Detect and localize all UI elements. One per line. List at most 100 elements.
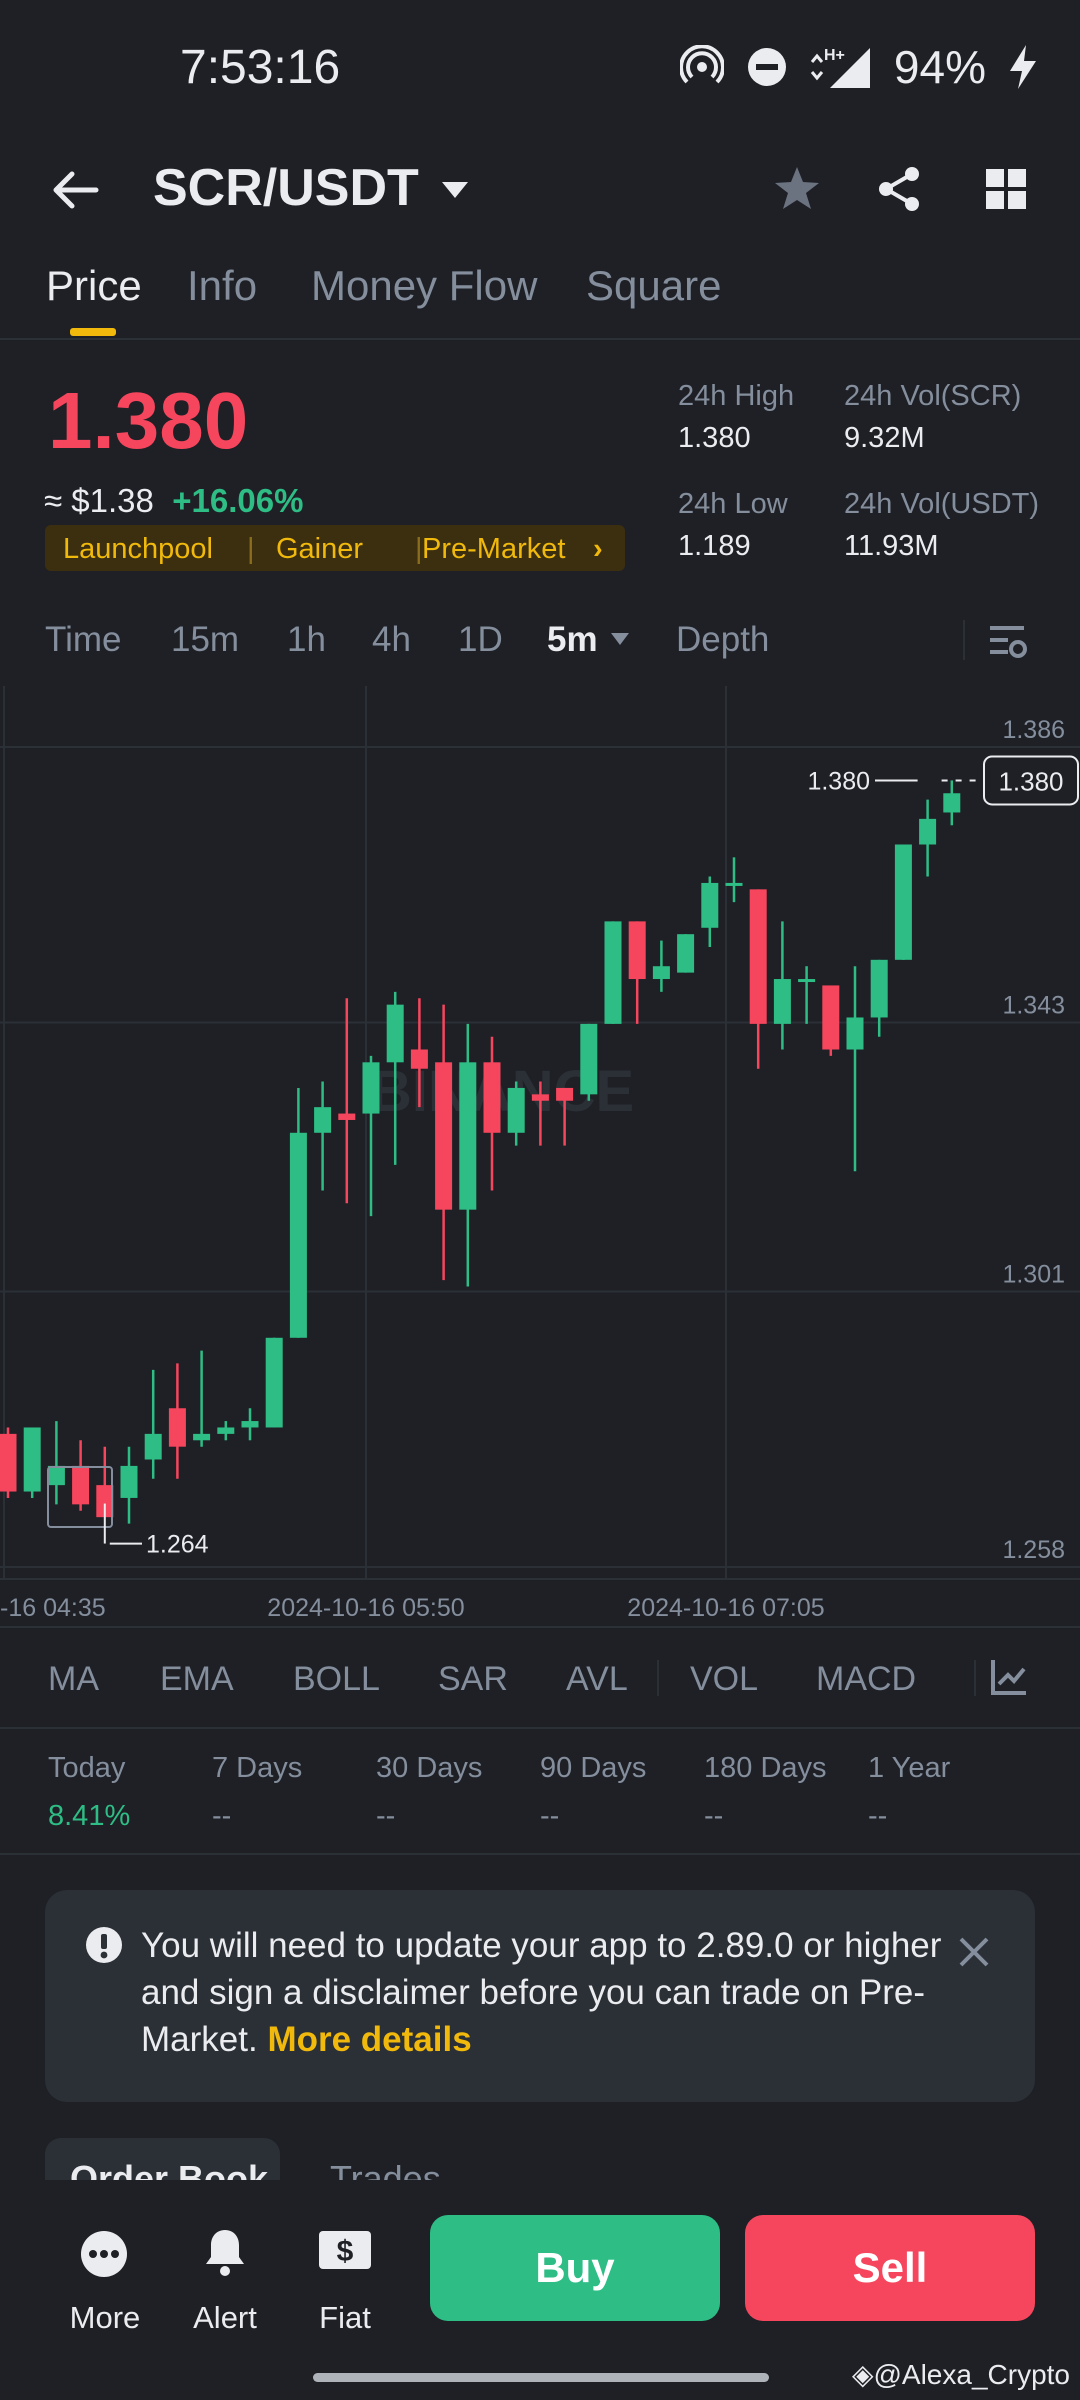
y-tick-label: 1.258 [1002, 1536, 1065, 1564]
candle-body [701, 882, 719, 928]
candle-body [507, 1087, 525, 1133]
tag-bar[interactable]: Launchpool | Gainer | Pre-Market › [45, 525, 625, 571]
candle-body [435, 1062, 453, 1210]
grid-menu-icon[interactable] [985, 168, 1027, 210]
candle-body [943, 793, 961, 813]
credit-watermark: ◈@Alexa_Crypto [852, 2358, 1070, 2391]
timeframe-depth[interactable]: Depth [676, 620, 769, 660]
pair-title[interactable]: SCR/USDT [153, 158, 419, 218]
candle-body [870, 959, 888, 1018]
credit-text: @Alexa_Crypto [873, 2359, 1070, 2390]
performance-label: 90 Days [540, 1752, 647, 1784]
candle-body [47, 1465, 65, 1486]
indicator-macd[interactable]: MACD [816, 1660, 916, 1699]
notice-body: You will need to update your app to 2.89… [141, 1926, 942, 2059]
candle-body [72, 1465, 90, 1505]
share-icon[interactable] [875, 165, 923, 213]
indicator-sar[interactable]: SAR [438, 1660, 508, 1699]
candlestick-chart[interactable]: BINANCE 1.3861.3431.3011.258-16 04:35 202… [0, 686, 1080, 1626]
home-indicator[interactable] [313, 2373, 769, 2382]
tab-price[interactable]: Price [46, 262, 142, 310]
back-arrow-icon[interactable] [50, 170, 100, 210]
candle-body [168, 1408, 186, 1447]
timeframe-time[interactable]: Time [45, 620, 121, 660]
sell-button[interactable]: Sell [745, 2215, 1035, 2321]
svg-text:$: $ [337, 2235, 354, 2268]
candle-body [749, 889, 767, 1024]
candle-body [894, 844, 912, 960]
usd-value: ≈ $1.38 [44, 482, 154, 519]
tag-gainer[interactable]: Gainer [276, 533, 363, 566]
timeframe-4h[interactable]: 4h [372, 620, 411, 660]
candle-body [604, 921, 622, 1024]
candle-body [459, 1062, 477, 1210]
dropdown-caret-icon[interactable] [440, 180, 470, 200]
timeframe-15m[interactable]: 15m [171, 620, 239, 660]
timeframe-5m[interactable]: 5m [547, 620, 598, 660]
tag-pre-market[interactable]: Pre-Market [422, 533, 565, 566]
battery-text: 94% [893, 41, 986, 93]
performance-label: 7 Days [212, 1752, 303, 1784]
tab-square[interactable]: Square [586, 262, 721, 310]
performance-value: -- [540, 1800, 560, 1832]
chevron-right-icon[interactable]: › [593, 533, 603, 566]
charging-icon [1010, 45, 1036, 89]
fiat-dollar-icon[interactable]: $ [318, 2230, 372, 2270]
performance-value: -- [868, 1800, 888, 1832]
candle-body [338, 1113, 356, 1120]
candle-body [483, 1062, 501, 1133]
timeframe-1d[interactable]: 1D [458, 620, 503, 660]
svg-text:H+: H+ [824, 47, 845, 64]
candle-body [265, 1337, 283, 1428]
chart-settings-icon[interactable] [988, 622, 1028, 662]
max-price-label: 1.380 [807, 767, 870, 795]
more-icon[interactable] [80, 2230, 128, 2278]
tab-info[interactable]: Info [187, 262, 257, 310]
timeframe-1h[interactable]: 1h [287, 620, 326, 660]
candle-body [410, 1049, 428, 1069]
vol-quote-label: 24h Vol(USDT) [844, 488, 1040, 520]
x-tick-label: 2024-10-16 07:05 [627, 1594, 824, 1622]
x-tick-label: -16 04:35 [0, 1594, 106, 1622]
high-value: 1.380 [678, 422, 751, 454]
candle-body [919, 818, 937, 845]
tab-money-flow[interactable]: Money Flow [311, 262, 537, 310]
indicator-boll[interactable]: BOLL [293, 1660, 380, 1699]
bell-icon[interactable] [202, 2226, 248, 2278]
timeframe-caret-icon[interactable] [610, 632, 630, 646]
binance-diamond-icon: ◈ [851, 2359, 874, 2390]
vol-base-label: 24h Vol(SCR) [844, 380, 1022, 412]
candle-body [386, 1004, 404, 1063]
candle-body [314, 1107, 332, 1133]
nav-fiat[interactable]: Fiat [285, 2300, 405, 2336]
buy-button[interactable]: Buy [430, 2215, 720, 2321]
candle-body [628, 921, 646, 980]
nav-alert[interactable]: Alert [165, 2300, 285, 2336]
indicator-avl[interactable]: AVL [566, 1660, 628, 1699]
candle-body [652, 966, 670, 980]
nav-more[interactable]: More [45, 2300, 165, 2336]
min-price-label: 1.264 [146, 1531, 209, 1559]
favorite-star-icon[interactable] [773, 165, 821, 211]
indicator-ema[interactable]: EMA [160, 1660, 234, 1699]
tag-launchpool[interactable]: Launchpool [63, 533, 213, 566]
more-details-link[interactable]: More details [267, 2020, 471, 2059]
y-tick-label: 1.343 [1002, 991, 1065, 1019]
status-time: 7:53:16 [180, 41, 341, 94]
high-label: 24h High [678, 380, 795, 412]
close-icon[interactable] [958, 1936, 990, 1968]
indicator-chart-icon[interactable] [990, 1658, 1028, 1696]
candle-body [289, 1132, 307, 1338]
candle-body [556, 1087, 574, 1101]
indicator-ma[interactable]: MA [48, 1660, 99, 1699]
candle-body [798, 979, 816, 983]
active-tab-indicator [70, 328, 116, 336]
notice-text: You will need to update your app to 2.89… [141, 1922, 981, 2063]
main-tabs: Price Info Money Flow Square [0, 250, 1080, 340]
indicator-vol[interactable]: VOL [690, 1660, 758, 1699]
performance-label: 1 Year [868, 1752, 951, 1784]
candle-body [217, 1427, 235, 1434]
candle-body [531, 1094, 549, 1101]
update-notice: You will need to update your app to 2.89… [45, 1890, 1035, 2102]
vol-base-value: 9.32M [844, 422, 925, 454]
